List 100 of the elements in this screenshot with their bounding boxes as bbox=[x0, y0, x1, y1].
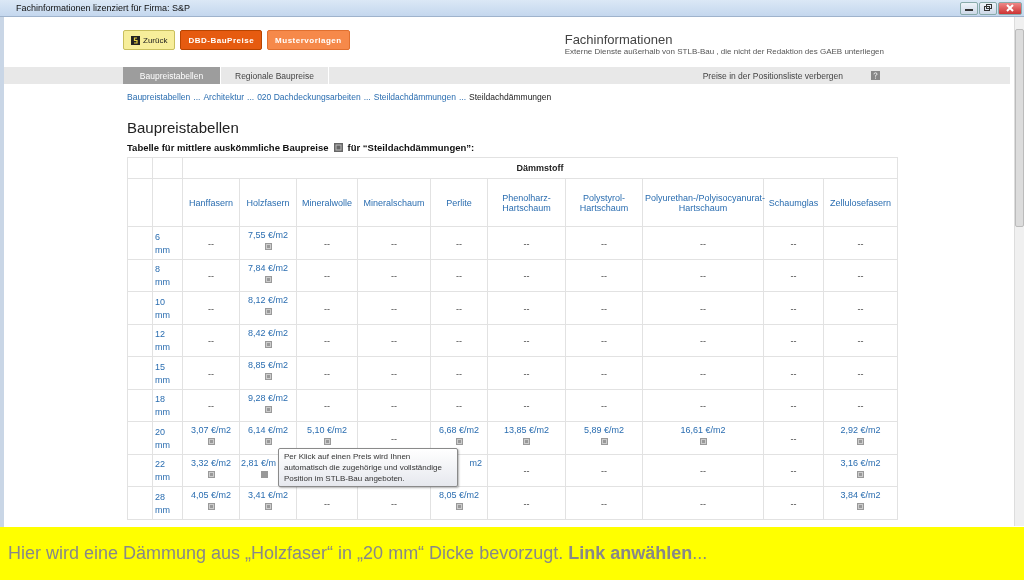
column-header[interactable]: Hanffasern bbox=[182, 178, 240, 227]
empty-cell: -- bbox=[523, 401, 530, 412]
close-icon bbox=[1005, 4, 1015, 12]
empty-cell: -- bbox=[601, 401, 607, 412]
empty-cell: -- bbox=[391, 238, 397, 249]
empty-cell: -- bbox=[208, 238, 214, 249]
help-icon[interactable] bbox=[871, 71, 880, 80]
thickness-cell: 18 mm bbox=[152, 389, 183, 422]
empty-cell: -- bbox=[700, 336, 706, 347]
empty-cell: -- bbox=[700, 303, 706, 314]
info-icon[interactable] bbox=[207, 470, 215, 478]
empty-cell: -- bbox=[700, 271, 706, 282]
empty-cell: -- bbox=[700, 368, 706, 379]
empty-cell: -- bbox=[523, 466, 530, 477]
info-icon[interactable] bbox=[323, 438, 331, 445]
info-icon[interactable] bbox=[264, 275, 272, 283]
scrollbar[interactable] bbox=[1014, 17, 1024, 526]
empty-cell: -- bbox=[857, 336, 864, 347]
info-icon[interactable] bbox=[600, 438, 608, 445]
column-header[interactable]: Perlite bbox=[430, 178, 488, 227]
info-icon[interactable] bbox=[857, 503, 865, 510]
minimize-button[interactable] bbox=[960, 1, 978, 15]
column-header[interactable]: Mineralwolle bbox=[296, 178, 358, 227]
column-header[interactable]: Phenolharz-Hartschaum bbox=[487, 178, 566, 227]
empty-cell: -- bbox=[790, 336, 797, 347]
empty-cell: -- bbox=[601, 498, 607, 509]
column-header[interactable]: Polyurethan-/Polyisocyanurat-Hartschaum bbox=[642, 178, 764, 227]
section-subtitle: Externe Dienste außerhalb von STLB-Bau , die nicht der Redaktion des GAEB unterliegen bbox=[564, 47, 884, 56]
column-header[interactable]: Zellulosefasern bbox=[823, 178, 898, 227]
empty-cell: -- bbox=[700, 401, 706, 412]
empty-cell: -- bbox=[523, 336, 530, 347]
empty-cell: -- bbox=[790, 238, 797, 249]
info-icon[interactable] bbox=[264, 340, 272, 348]
info-icon[interactable] bbox=[207, 503, 215, 510]
empty-cell: -- bbox=[391, 271, 397, 282]
restore-button[interactable] bbox=[979, 1, 997, 15]
info-icon[interactable] bbox=[261, 470, 268, 478]
hide-prices-link[interactable]: Preise in der Positionsliste verbergen bbox=[702, 70, 843, 81]
page-heading: Baupreistabellen bbox=[127, 119, 240, 136]
empty-cell: -- bbox=[790, 368, 797, 379]
empty-cell: -- bbox=[208, 336, 214, 347]
empty-cell: -- bbox=[700, 466, 706, 477]
info-icon[interactable] bbox=[264, 438, 272, 445]
empty-cell: -- bbox=[857, 401, 864, 412]
empty-cell: -- bbox=[857, 303, 864, 314]
empty-cell: -- bbox=[790, 271, 797, 282]
thickness-cell: 28 mm bbox=[152, 486, 183, 519]
column-header[interactable]: Polystyrol-Hartschaum bbox=[565, 178, 643, 227]
breadcrumb-link[interactable]: 020 Dachdeckungsarbeiten bbox=[257, 92, 361, 102]
info-icon[interactable] bbox=[857, 438, 865, 445]
empty-cell: -- bbox=[700, 238, 706, 249]
nav-button[interactable]: DBD-BauPreise bbox=[180, 30, 263, 50]
breadcrumb-separator: ... bbox=[247, 92, 255, 102]
table-caption: für “Steildachdämmungen”: bbox=[347, 142, 475, 153]
info-icon[interactable] bbox=[857, 470, 865, 478]
empty-cell: -- bbox=[790, 303, 797, 314]
empty-cell: -- bbox=[523, 368, 530, 379]
empty-cell: -- bbox=[523, 238, 530, 249]
empty-cell: -- bbox=[391, 401, 397, 412]
thickness-cell: 20 mm bbox=[152, 421, 183, 454]
empty-cell: -- bbox=[208, 303, 214, 314]
info-icon[interactable] bbox=[333, 143, 343, 152]
breadcrumb-link[interactable]: Baupreistabellen bbox=[127, 92, 191, 102]
info-icon[interactable] bbox=[699, 438, 707, 445]
info-icon[interactable] bbox=[455, 438, 463, 445]
empty-cell: -- bbox=[523, 303, 530, 314]
empty-cell: -- bbox=[601, 336, 607, 347]
breadcrumb-link[interactable]: Steildachdämmungen bbox=[373, 92, 456, 102]
empty-cell: -- bbox=[790, 498, 797, 509]
info-icon[interactable] bbox=[207, 438, 215, 445]
empty-cell: -- bbox=[601, 238, 607, 249]
empty-cell: -- bbox=[790, 433, 797, 444]
breadcrumb-separator: ... bbox=[193, 92, 201, 102]
empty-cell: -- bbox=[456, 368, 462, 379]
thickness-cell: 15 mm bbox=[152, 356, 183, 389]
window-title: Fachinformationen lizenziert für Firma: S&P bbox=[16, 3, 191, 13]
info-icon[interactable] bbox=[264, 503, 272, 510]
empty-cell: -- bbox=[456, 336, 462, 347]
empty-cell: -- bbox=[601, 466, 607, 477]
back-button[interactable]: Zurück bbox=[123, 30, 176, 50]
column-header[interactable]: Schaumglas bbox=[763, 178, 824, 227]
info-icon[interactable] bbox=[264, 373, 272, 380]
scrollbar-thumb[interactable] bbox=[1015, 29, 1024, 227]
empty-cell: -- bbox=[456, 401, 462, 412]
empty-cell: -- bbox=[208, 271, 214, 282]
empty-cell: -- bbox=[523, 271, 530, 282]
breadcrumb-current: Steildachdämmungen bbox=[469, 92, 552, 102]
empty-cell: -- bbox=[857, 271, 864, 282]
column-header[interactable]: Holzfasern bbox=[239, 178, 297, 227]
empty-cell: -- bbox=[208, 401, 214, 412]
empty-cell: -- bbox=[391, 433, 397, 444]
info-icon[interactable] bbox=[264, 405, 272, 413]
empty-cell: -- bbox=[324, 238, 330, 249]
info-icon[interactable] bbox=[264, 243, 272, 250]
info-icon[interactable] bbox=[455, 503, 463, 510]
breadcrumb-link[interactable]: Architektur bbox=[203, 92, 245, 102]
empty-cell: -- bbox=[456, 238, 462, 249]
info-icon[interactable] bbox=[264, 308, 272, 315]
close-button[interactable] bbox=[998, 1, 1022, 15]
column-header[interactable]: Mineralschaum bbox=[357, 178, 431, 227]
